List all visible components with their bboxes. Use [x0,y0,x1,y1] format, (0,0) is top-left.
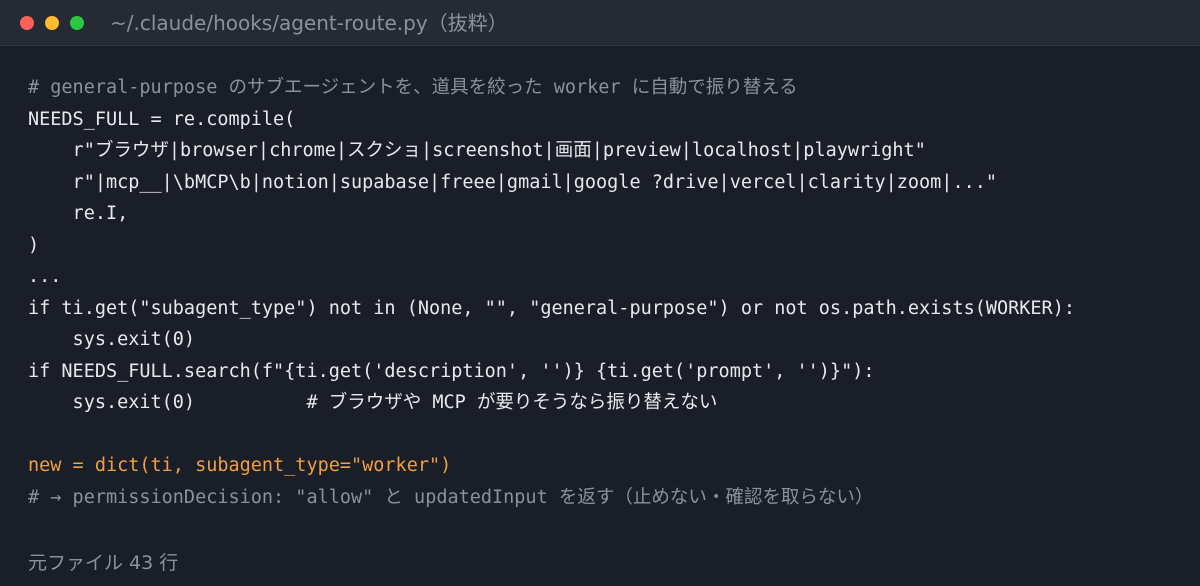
code-block: # general-purpose のサブエージェントを、道具を絞った work… [28,72,1075,513]
close-button[interactable] [20,16,34,30]
code-line: NEEDS_FULL = re.compile( [28,108,296,130]
code-line: ... [28,266,62,287]
code-line: sys.exit(0) [28,329,196,350]
title-bar: ~/.claude/hooks/agent-route.py（抜粋） [0,0,1200,46]
code-line: r"ブラウザ|browser|chrome|スクショ|screenshot|画面… [28,140,926,161]
window-title: ~/.claude/hooks/agent-route.py（抜粋） [110,11,508,35]
code-line: new = dict(ti, subagent_type="worker") [28,455,452,476]
code-line: ) [28,234,40,256]
zoom-button[interactable] [70,16,84,30]
code-line: r"|mcp__|\bMCP\b|notion|supabase|freee|g… [28,171,998,193]
line-count-label: 元ファイル 43 行 [28,552,179,574]
code-line: sys.exit(0) # ブラウザや MCP が要りそうなら振り替えない [28,392,718,413]
code-line: re.I, [28,203,129,224]
code-line: if NEEDS_FULL.search(f"{ti.get('descript… [28,360,875,382]
code-line: if ti.get("subagent_type") not in (None,… [28,297,1075,319]
code-line: # → permissionDecision: "allow" と update… [28,486,874,508]
code-line: # general-purpose のサブエージェントを、道具を絞った work… [28,77,798,98]
editor-window: ~/.claude/hooks/agent-route.py（抜粋） # gen… [0,0,1200,586]
minimize-button[interactable] [45,16,59,30]
